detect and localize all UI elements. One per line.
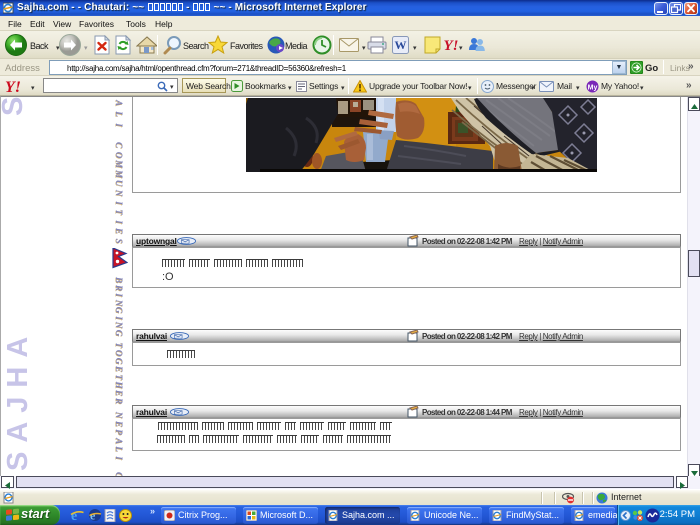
svg-text:My: My [588, 85, 598, 92]
svg-text:Y!: Y! [444, 38, 459, 54]
svg-text:Y!: Y! [5, 79, 21, 94]
svg-text:e: e [71, 509, 77, 522]
svg-text:W: W [395, 38, 407, 52]
